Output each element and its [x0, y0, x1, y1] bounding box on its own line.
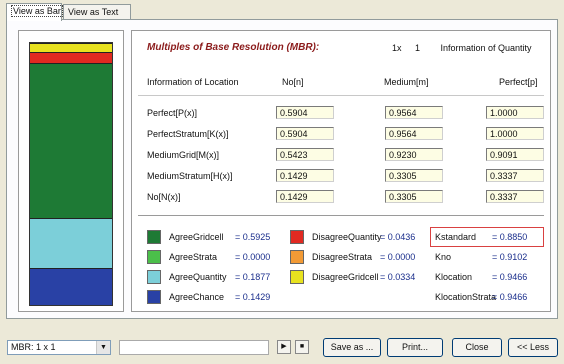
tab-view-as-bar[interactable]: View as Bar — [6, 3, 63, 21]
step-forward-icon[interactable]: ▶ — [277, 340, 291, 354]
less-button[interactable]: << Less — [508, 338, 558, 357]
klocation-value: = 0.9466 — [492, 272, 528, 282]
mbr-y-value: 1 — [415, 43, 421, 53]
mbr-select-value: MBR: 1 x 1 — [11, 342, 56, 352]
legend-agree-strata-label: AgreeStrata — [169, 252, 218, 262]
swatch-agree-chance — [147, 290, 161, 304]
tab-view-as-text-label: View as Text — [68, 7, 119, 17]
status-field — [119, 340, 269, 355]
bar-segment-agreegridcell — [30, 63, 112, 219]
main-panel: Multiples of Base Resolution (MBR): 1x 1… — [6, 19, 558, 319]
tab-view-as-text[interactable]: View as Text — [63, 4, 131, 20]
info-panel: Multiples of Base Resolution (MBR): 1x 1… — [131, 30, 551, 312]
klocation-label: Klocation — [435, 272, 473, 282]
value-mediumgrid-medium: 0.9230 — [385, 148, 443, 161]
kstandard-value: = 0.8850 — [492, 232, 528, 242]
row-label-medium-stratum: MediumStratum[H(x)] — [147, 171, 233, 181]
legend-disagree-gridcell-label: DisagreeGridcell — [312, 272, 379, 282]
close-button[interactable]: Close — [452, 338, 502, 357]
value-perfect-no: 0.5904 — [276, 106, 334, 119]
value-mediumgrid-no: 0.5423 — [276, 148, 334, 161]
col-header-no: No[n] — [282, 77, 304, 87]
kno-label: Kno — [435, 252, 452, 262]
tab-view-as-bar-label: View as Bar — [11, 5, 63, 17]
legend-disagree-strata-label: DisagreeStrata — [312, 252, 373, 262]
klocationstrata-value: = 0.9466 — [492, 292, 528, 302]
bar-frame — [18, 30, 124, 312]
col-header-perfect: Perfect[p] — [499, 77, 538, 87]
mbr-title: Multiples of Base Resolution (MBR): — [147, 42, 320, 53]
row-label-perfect: Perfect[P(x)] — [147, 108, 198, 118]
value-perfect-perfect: 1.0000 — [486, 106, 544, 119]
value-perfectstratum-perfect: 1.0000 — [486, 127, 544, 140]
mbr-select[interactable]: MBR: 1 x 1 ▼ — [7, 340, 111, 355]
location-header: Information of Location — [147, 77, 239, 87]
legend-disagree-quantity-value: = 0.0436 — [380, 232, 416, 242]
mbr-x-value: 1x — [392, 43, 402, 53]
swatch-disagree-strata — [290, 250, 304, 264]
legend-agree-gridcell-label: AgreeGridcell — [169, 232, 224, 242]
value-mediumstratum-no: 0.1429 — [276, 169, 334, 182]
print-button[interactable]: Print... — [387, 338, 443, 357]
value-perfect-medium: 0.9564 — [385, 106, 443, 119]
swatch-disagree-quantity — [290, 230, 304, 244]
legend-disagree-quantity-label: DisagreeQuantity — [312, 232, 382, 242]
legend-agree-gridcell-value: = 0.5925 — [235, 232, 271, 242]
kstandard-label: Kstandard — [435, 232, 477, 242]
value-mediumgrid-perfect: 0.9091 — [486, 148, 544, 161]
save-as-button[interactable]: Save as ... — [323, 338, 381, 357]
legend-agree-chance-value: = 0.1429 — [235, 292, 271, 302]
swatch-agree-gridcell — [147, 230, 161, 244]
klocationstrata-label: KlocationStrata — [435, 292, 497, 302]
bar-segment-agreechance — [30, 267, 112, 305]
legend-divider — [138, 215, 544, 216]
swatch-agree-quantity — [147, 270, 161, 284]
chevron-down-icon[interactable]: ▼ — [96, 341, 110, 354]
header-divider — [138, 95, 544, 96]
legend-disagree-strata-value: = 0.0000 — [380, 252, 416, 262]
bar-segment-disagreequantity — [30, 51, 112, 64]
row-label-perfect-stratum: PerfectStratum[K(x)] — [147, 129, 229, 139]
value-perfectstratum-no: 0.5904 — [276, 127, 334, 140]
bar-segment-disagreegridcell — [30, 43, 112, 52]
legend-disagree-gridcell-value: = 0.0334 — [380, 272, 416, 282]
row-label-medium-grid: MediumGrid[M(x)] — [147, 150, 220, 160]
legend-agree-strata-value: = 0.0000 — [235, 252, 271, 262]
value-perfectstratum-medium: 0.9564 — [385, 127, 443, 140]
value-mediumstratum-medium: 0.3305 — [385, 169, 443, 182]
kno-value: = 0.9102 — [492, 252, 528, 262]
status-bar: MBR: 1 x 1 ▼ ▶ ■ Save as ... Print... Cl… — [0, 327, 564, 364]
swatch-agree-strata — [147, 250, 161, 264]
value-no-no: 0.1429 — [276, 190, 334, 203]
stop-icon[interactable]: ■ — [295, 340, 309, 354]
value-mediumstratum-perfect: 0.3337 — [486, 169, 544, 182]
legend-agree-quantity-label: AgreeQuantity — [169, 272, 227, 282]
row-label-no: No[N(x)] — [147, 192, 181, 202]
legend-agree-quantity-value: = 0.1877 — [235, 272, 271, 282]
bar-segment-agreequantity — [30, 218, 112, 268]
quantity-header: Information of Quantity — [440, 43, 532, 53]
swatch-disagree-gridcell — [290, 270, 304, 284]
value-no-medium: 0.3305 — [385, 190, 443, 203]
value-no-perfect: 0.3337 — [486, 190, 544, 203]
col-header-medium: Medium[m] — [384, 77, 429, 87]
stacked-bar — [29, 42, 113, 306]
legend-agree-chance-label: AgreeChance — [169, 292, 225, 302]
